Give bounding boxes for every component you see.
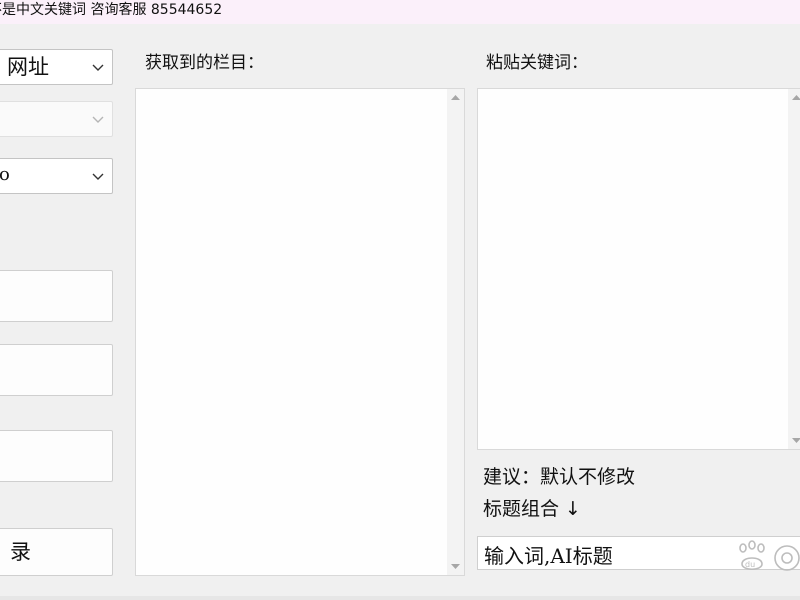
keywords-label: 粘贴关键词： [486, 53, 588, 73]
scroll-down-arrow-icon[interactable] [447, 558, 464, 575]
hint-line-1: 建议：默认不修改 [483, 466, 636, 488]
columns-label: 获取到的栏目： [145, 53, 264, 73]
site-url-select-value: 网址 [7, 55, 49, 79]
columns-listbox[interactable] [135, 88, 465, 576]
action-button-3[interactable] [0, 430, 113, 482]
window-title: 不是中文关键词 咨询客服 85544652 [0, 2, 223, 18]
site-url-select[interactable]: 网址 [0, 49, 113, 85]
title-bar: 不是中文关键词 咨询客服 85544652 [0, 0, 800, 24]
scroll-up-arrow-icon[interactable] [788, 89, 800, 106]
hint-line-2: 标题组合 ↓ [483, 498, 581, 520]
chevron-down-icon [92, 116, 104, 123]
window-bottom-edge [0, 596, 800, 600]
record-button[interactable]: 录 [0, 528, 113, 576]
chevron-down-icon [92, 64, 104, 71]
scroll-down-arrow-icon[interactable] [788, 432, 800, 449]
keywords-textarea[interactable] [477, 88, 800, 450]
action-button-2[interactable] [0, 344, 113, 396]
svg-text:du: du [745, 560, 755, 569]
baidu-paw-logo-icon: du [739, 540, 800, 571]
action-button-1[interactable] [0, 270, 113, 322]
option-select[interactable]: o [0, 158, 113, 194]
columns-scrollbar[interactable] [447, 89, 464, 575]
option-select-value: o [0, 164, 10, 185]
record-button-label: 录 [10, 540, 31, 564]
scroll-up-arrow-icon[interactable] [447, 89, 464, 106]
disabled-select[interactable] [0, 101, 113, 137]
keywords-scrollbar[interactable] [788, 89, 800, 449]
chevron-down-icon [92, 173, 104, 180]
